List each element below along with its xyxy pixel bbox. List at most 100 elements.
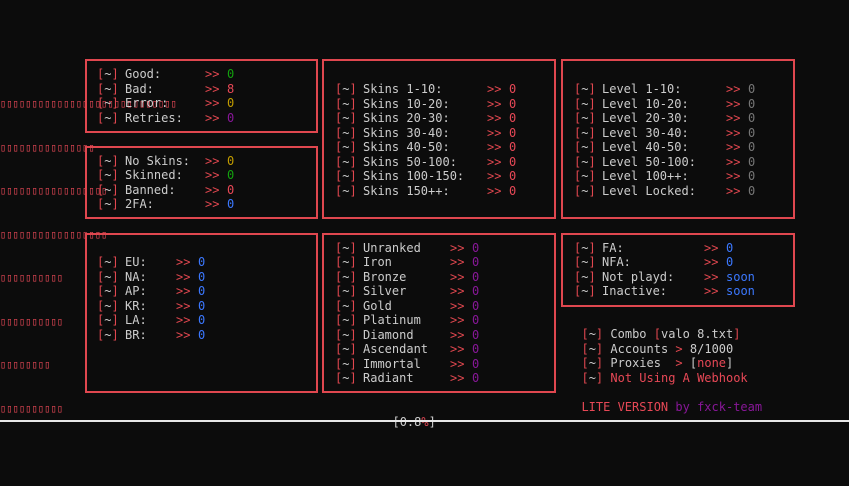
row-value: 0 — [472, 371, 480, 385]
row-arrow: >> — [487, 154, 502, 169]
row-label: Skins 30-40: — [363, 125, 450, 140]
row-arrow: >> — [450, 255, 465, 269]
progress-indicator: [0.8%] — [378, 401, 435, 429]
row-arrow: >> — [487, 169, 502, 183]
row-value: 0 — [509, 183, 517, 198]
bracket-open: [ — [581, 370, 589, 385]
row-bracket: [~] — [335, 255, 357, 269]
row-bracket: [~] — [335, 240, 357, 255]
row-arrow: >> — [205, 81, 220, 96]
skins-row: [~] Skins 100-150: >> 0 — [335, 169, 545, 184]
row-label: EU: — [125, 255, 147, 269]
levels-row: [~] Level 10-20: >> 0 — [574, 97, 784, 112]
skins-row: [~] Skins 50-100: >> 0 — [335, 155, 545, 170]
row-arrow: >> — [487, 96, 502, 111]
row-bracket: [~] — [97, 327, 119, 342]
levels-row: [~] Level 50-100: >> 0 — [574, 155, 784, 170]
row-label: Unranked — [363, 240, 421, 255]
access-row: [~] NFA: >> 0 — [574, 255, 784, 270]
row-value: 0 — [227, 110, 235, 125]
row-label: KR: — [125, 298, 147, 313]
row-arrow: >> — [726, 111, 741, 125]
row-bracket: [~] — [97, 255, 119, 269]
row-bracket: [~] — [97, 110, 119, 125]
combo-bracket-close: ] — [733, 327, 741, 341]
levels-row: [~] Level Locked: >> 0 — [574, 184, 784, 199]
ranks-row: [~] Gold >> 0 — [335, 299, 545, 314]
ranks-row: [~] Unranked >> 0 — [335, 241, 545, 256]
progress-bracket-open: [ — [392, 415, 400, 429]
row-arrow: >> — [205, 67, 220, 81]
ranks-row: [~] Iron >> 0 — [335, 255, 545, 270]
row-arrow: >> — [450, 342, 465, 356]
skins-row: [~] Skins 40-50: >> 0 — [335, 140, 545, 155]
row-label: NFA: — [602, 255, 631, 269]
stats-row: [~] Error: >> 0 — [97, 96, 307, 111]
row-bracket: [~] — [574, 284, 596, 298]
row-label: Level 10-20: — [602, 96, 689, 111]
row-bracket: [~] — [574, 125, 596, 140]
row-arrow: >> — [450, 269, 465, 284]
row-label: Skins 40-50: — [363, 140, 450, 154]
row-arrow: >> — [176, 255, 191, 269]
skins-row: [~] Skins 150++: >> 0 — [335, 184, 545, 199]
row-value: 0 — [227, 182, 235, 197]
row-arrow: >> — [487, 183, 502, 198]
row-bracket: [~] — [574, 269, 596, 284]
row-bracket: [~] — [97, 96, 119, 110]
row-arrow: >> — [487, 125, 502, 140]
regions-row: [~] LA: >> 0 — [97, 313, 307, 328]
row-value: 0 — [198, 313, 206, 327]
row-arrow: >> — [176, 298, 191, 313]
row-bracket: [~] — [574, 169, 596, 183]
row-value: soon — [726, 284, 755, 298]
row-value: 0 — [472, 269, 480, 284]
row-label: Skins 50-100: — [363, 154, 457, 169]
row-arrow: >> — [726, 140, 741, 154]
row-label: Level 20-30: — [602, 111, 689, 125]
regions-row: [~] KR: >> 0 — [97, 299, 307, 314]
row-label: Bronze — [363, 269, 407, 284]
row-value: 8 — [227, 81, 235, 96]
by-text: by — [675, 400, 690, 414]
team-text: fxck-team — [697, 400, 763, 414]
row-arrow: >> — [487, 82, 502, 96]
row-bracket: [~] — [335, 154, 357, 169]
row-bracket: [~] — [97, 182, 119, 197]
row-label: Radiant — [363, 371, 414, 385]
row-bracket: [~] — [335, 284, 357, 298]
row-bracket: [~] — [335, 356, 357, 371]
row-value: 0 — [748, 96, 756, 111]
row-arrow: >> — [487, 140, 502, 154]
row-arrow: >> — [205, 182, 220, 197]
row-arrow: >> — [205, 168, 220, 182]
row-bracket: [~] — [97, 168, 119, 182]
row-label: NA: — [125, 269, 147, 284]
row-label: FA: — [602, 240, 624, 255]
row-label: LA: — [125, 313, 147, 327]
levels-row: [~] Level 1-10: >> 0 — [574, 82, 784, 97]
row-label: Level 30-40: — [602, 125, 689, 140]
row-label: Skins 1-10: — [363, 82, 443, 96]
row-arrow: >> — [450, 327, 465, 342]
version-line: LITE VERSION by fxck-team — [567, 386, 762, 414]
row-arrow: >> — [176, 269, 191, 284]
row-arrow: >> — [726, 183, 741, 198]
row-label: Skins 150++: — [363, 183, 450, 198]
regions-row: [~] AP: >> 0 — [97, 284, 307, 299]
access-row: [~] Not playd: >> soon — [574, 270, 784, 285]
row-value: 0 — [509, 96, 517, 111]
ranks-row: [~] Bronze >> 0 — [335, 270, 545, 285]
row-label: Skins 100-150: — [363, 169, 465, 183]
row-arrow: >> — [176, 313, 191, 327]
row-arrow: >> — [205, 197, 220, 211]
row-bracket: [~] — [574, 140, 596, 154]
row-arrow: >> — [450, 371, 465, 385]
row-bracket: [~] — [97, 81, 119, 96]
row-value: 0 — [748, 111, 756, 125]
tilde: ~ — [588, 370, 596, 385]
row-label: Bad: — [125, 81, 154, 96]
row-value: 0 — [726, 240, 734, 255]
row-label: No Skins: — [125, 153, 191, 168]
row-label: AP: — [125, 284, 147, 298]
